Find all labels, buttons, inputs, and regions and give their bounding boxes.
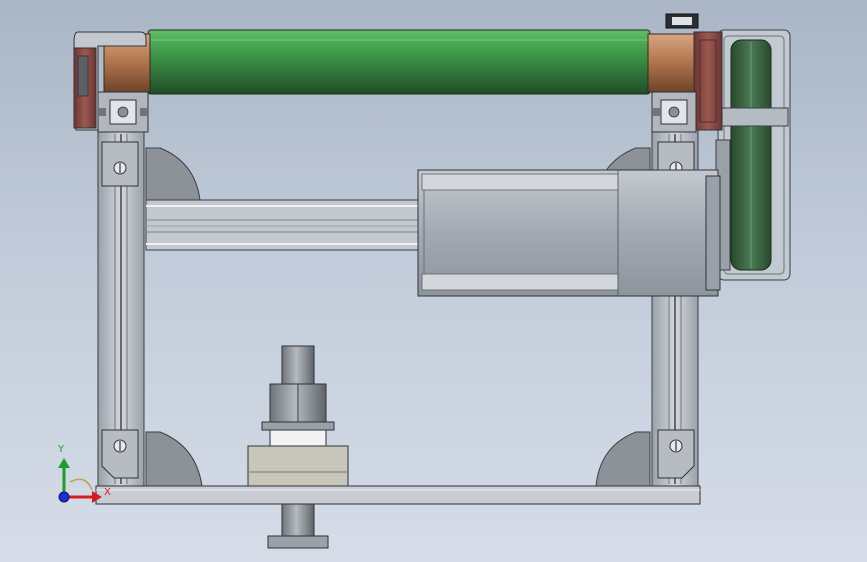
x-axis-label: X	[104, 487, 111, 498]
y-axis-arrowhead	[58, 458, 70, 468]
small-tensioner	[665, 13, 699, 29]
z-axis-dot	[58, 491, 70, 503]
profile-end-right	[651, 91, 697, 133]
bearing-housing-right[interactable]	[693, 31, 723, 131]
cross-rail[interactable]	[145, 199, 423, 251]
axis-triad	[58, 458, 102, 503]
cad-viewport[interactable]: X Y	[0, 0, 867, 562]
belt-drive[interactable]	[715, 29, 791, 281]
assembly-model[interactable]	[0, 0, 867, 562]
y-axis-label: Y	[58, 444, 65, 455]
motor-body[interactable]	[417, 169, 721, 297]
corner-bracket-top-left	[101, 141, 139, 187]
base-plate[interactable]	[95, 485, 701, 505]
roller-end-cap-right	[647, 33, 697, 93]
corner-bracket-bottom-left	[101, 429, 139, 479]
corner-bracket-bottom-right	[657, 429, 695, 479]
leveling-foot[interactable]	[247, 345, 349, 549]
top-roller[interactable]	[147, 29, 651, 95]
profile-end-left	[97, 91, 149, 133]
